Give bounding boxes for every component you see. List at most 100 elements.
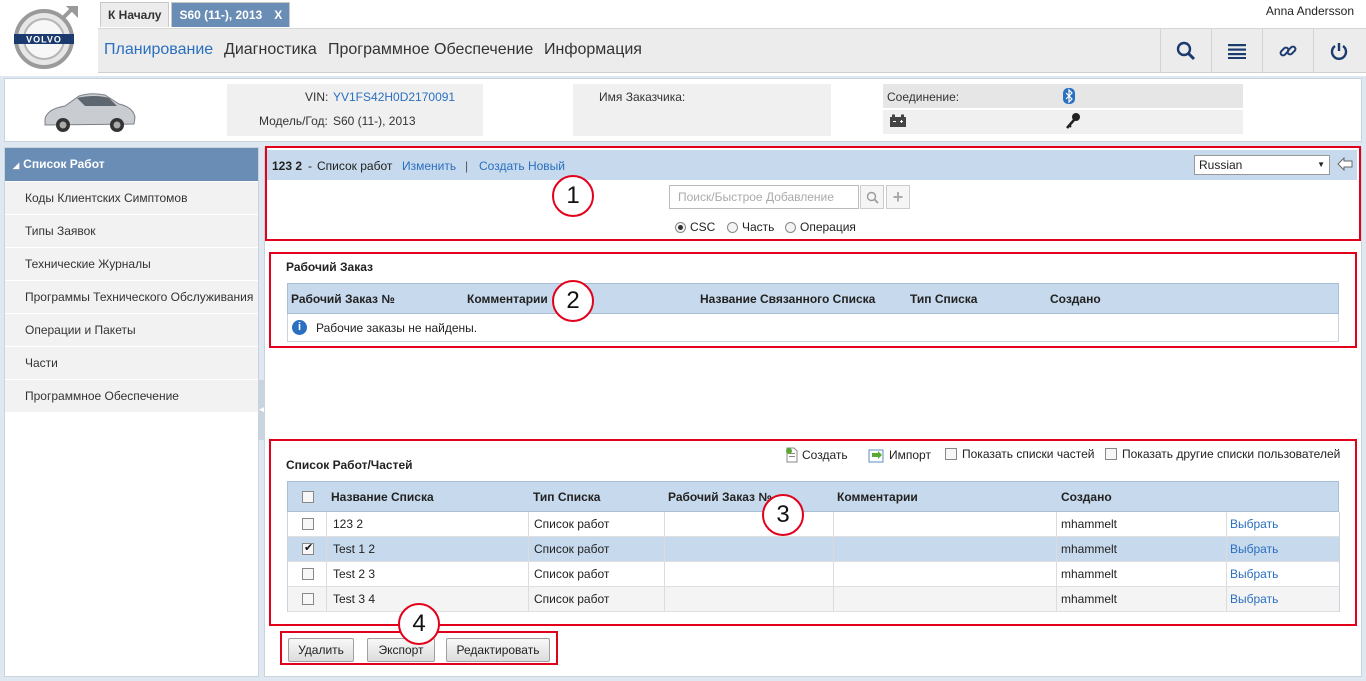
col-linked-list: Название Связанного Списка xyxy=(700,292,876,306)
power-button[interactable] xyxy=(1313,29,1363,73)
connection-label: Соединение: xyxy=(887,90,960,104)
show-other-users-box xyxy=(1105,448,1117,460)
radio-label-operation: Операция xyxy=(800,220,856,234)
model-value: S60 (11-), 2013 xyxy=(333,114,416,128)
import-button[interactable]: Импорт xyxy=(868,447,931,463)
menu-software[interactable]: Программное Обеспечение xyxy=(328,41,533,59)
model-label: Модель/Год: xyxy=(259,114,328,128)
vin-label: VIN: xyxy=(305,90,329,104)
battery-icon xyxy=(889,114,907,131)
row-checkbox[interactable] xyxy=(302,593,314,605)
tab-vehicle[interactable]: S60 (11-), 2013 X xyxy=(171,2,291,28)
row-created: mhammelt xyxy=(1061,592,1118,606)
new-document-icon xyxy=(786,447,798,463)
col-list-name: Название Списка xyxy=(331,490,434,504)
connection-box: Соединение: xyxy=(883,84,1243,108)
table-row[interactable]: Test 1 2 Список работ mhammelt Выбрать xyxy=(288,537,1339,562)
radio-operation[interactable]: Операция xyxy=(785,220,856,234)
search-icon xyxy=(866,191,879,204)
row-checkbox[interactable] xyxy=(302,518,314,530)
search-input[interactable]: Поиск/Быстрое Добавление xyxy=(669,185,859,209)
delete-button[interactable]: Удалить xyxy=(288,638,354,662)
show-parts-checkbox[interactable]: Показать списки частей xyxy=(945,447,1095,461)
sidebar-item-operations[interactable]: Операции и Пакеты xyxy=(5,314,258,347)
sidebar-item-software[interactable]: Программное Обеспечение xyxy=(5,380,258,413)
work-order-grid-header: Рабочий Заказ № Комментарии Название Свя… xyxy=(287,283,1339,314)
select-link[interactable]: Выбрать xyxy=(1230,587,1278,611)
vehicle-id-box: VIN: YV1FS42H0D2170091 Модель/Год: S60 (… xyxy=(227,84,483,136)
radio-dot-operation xyxy=(785,221,796,233)
row-type: Список работ xyxy=(534,542,610,556)
radio-label-part: Часть xyxy=(742,220,775,234)
row-created: mhammelt xyxy=(1061,517,1118,531)
search-button[interactable] xyxy=(1160,29,1210,73)
table-row[interactable]: 123 2 Список работ mhammelt Выбрать xyxy=(288,512,1339,537)
row-created: mhammelt xyxy=(1061,567,1118,581)
vin-value: YV1FS42H0D2170091 xyxy=(333,90,456,104)
main-panel: 123 2 - Список работ Изменить | Создать … xyxy=(264,146,1362,677)
select-link[interactable]: Выбрать xyxy=(1230,562,1278,586)
col-created: Создано xyxy=(1050,292,1101,306)
row-checkbox[interactable] xyxy=(302,541,314,555)
pipe-divider: | xyxy=(465,159,469,173)
show-other-users-checkbox[interactable]: Показать другие списки пользователей xyxy=(1105,447,1340,461)
row-checkbox[interactable] xyxy=(302,568,314,580)
tab-home[interactable]: К Началу xyxy=(100,2,170,27)
radio-part[interactable]: Часть xyxy=(727,220,774,234)
menu-planning[interactable]: Планирование xyxy=(104,41,213,59)
car-image xyxy=(39,87,139,138)
create-list-button[interactable]: Создать xyxy=(785,447,848,463)
row-name: Test 3 4 xyxy=(333,592,376,606)
work-order-empty-row: i Рабочие заказы не найдены. xyxy=(287,314,1339,342)
list-button[interactable] xyxy=(1211,29,1261,73)
bluetooth-icon xyxy=(1063,88,1075,107)
back-arrow-icon[interactable] xyxy=(1337,156,1353,174)
quick-add-button[interactable]: + xyxy=(886,185,910,209)
select-link[interactable]: Выбрать xyxy=(1230,512,1278,536)
customer-label: Имя Заказчика: xyxy=(599,90,686,104)
power-icon xyxy=(1330,43,1347,60)
sidebar-item-maintenance[interactable]: Программы Технического Обслуживания xyxy=(5,281,258,314)
sidebar-item-order-types[interactable]: Типы Заявок xyxy=(5,215,258,248)
create-new-link[interactable]: Создать Новый xyxy=(479,159,565,173)
row-name: Test 2 3 xyxy=(333,567,376,581)
close-icon[interactable]: X xyxy=(274,3,282,28)
menu-information[interactable]: Информация xyxy=(544,41,642,59)
radio-dot-part xyxy=(727,221,738,233)
select-link[interactable]: Выбрать xyxy=(1230,537,1278,561)
sidebar-item-worklist[interactable]: ◢ Список Работ xyxy=(5,148,258,181)
table-row[interactable]: Test 3 4 Список работ mhammelt Выбрать xyxy=(288,587,1339,612)
sidebar-item-tech-journals[interactable]: Технические Журналы xyxy=(5,248,258,281)
callout-number-3: 3 xyxy=(762,494,804,536)
row-created: mhammelt xyxy=(1061,542,1118,556)
sidebar: ◢ Список Работ Коды Клиентских Симптомов … xyxy=(4,147,259,677)
empty-message: Рабочие заказы не найдены. xyxy=(316,321,478,335)
quick-search-button[interactable] xyxy=(860,185,884,209)
sidebar-item-customer-symptoms[interactable]: Коды Клиентских Симптомов xyxy=(5,182,258,215)
language-select[interactable]: Russian ▼ xyxy=(1194,155,1330,175)
select-all-checkbox[interactable] xyxy=(302,491,314,503)
work-order-title: Рабочий Заказ xyxy=(286,260,373,274)
show-parts-label: Показать списки частей xyxy=(962,447,1095,461)
status-box xyxy=(883,110,1243,134)
radio-csc[interactable]: CSC xyxy=(675,220,715,234)
dropdown-arrow-icon: ▼ xyxy=(1317,160,1325,169)
radio-dot-csc xyxy=(675,221,686,233)
link-button[interactable] xyxy=(1262,29,1312,73)
menu-diagnostics[interactable]: Диагностика xyxy=(224,41,317,59)
tab-strip: К Началу S60 (11-), 2013 X xyxy=(100,2,292,27)
import-label: Импорт xyxy=(889,448,931,462)
worklist-header: 123 2 - Список работ Изменить | Создать … xyxy=(267,150,1357,180)
parts-grid-body: 123 2 Список работ mhammelt Выбрать Test… xyxy=(287,512,1340,612)
customer-box: Имя Заказчика: xyxy=(573,84,831,136)
col-created: Создано xyxy=(1061,490,1112,504)
table-row[interactable]: Test 2 3 Список работ mhammelt Выбрать xyxy=(288,562,1339,587)
col-order-number: Рабочий Заказ № xyxy=(668,490,772,504)
col-order-number: Рабочий Заказ № xyxy=(291,292,395,306)
edit-button[interactable]: Редактировать xyxy=(446,638,550,662)
edit-link[interactable]: Изменить xyxy=(402,159,456,173)
top-bar: VOLVO К Началу S60 (11-), 2013 X Anna An… xyxy=(0,0,1366,76)
sidebar-item-parts[interactable]: Части xyxy=(5,347,258,380)
create-label: Создать xyxy=(802,448,848,462)
parts-list-title: Список Работ/Частей xyxy=(286,458,413,472)
